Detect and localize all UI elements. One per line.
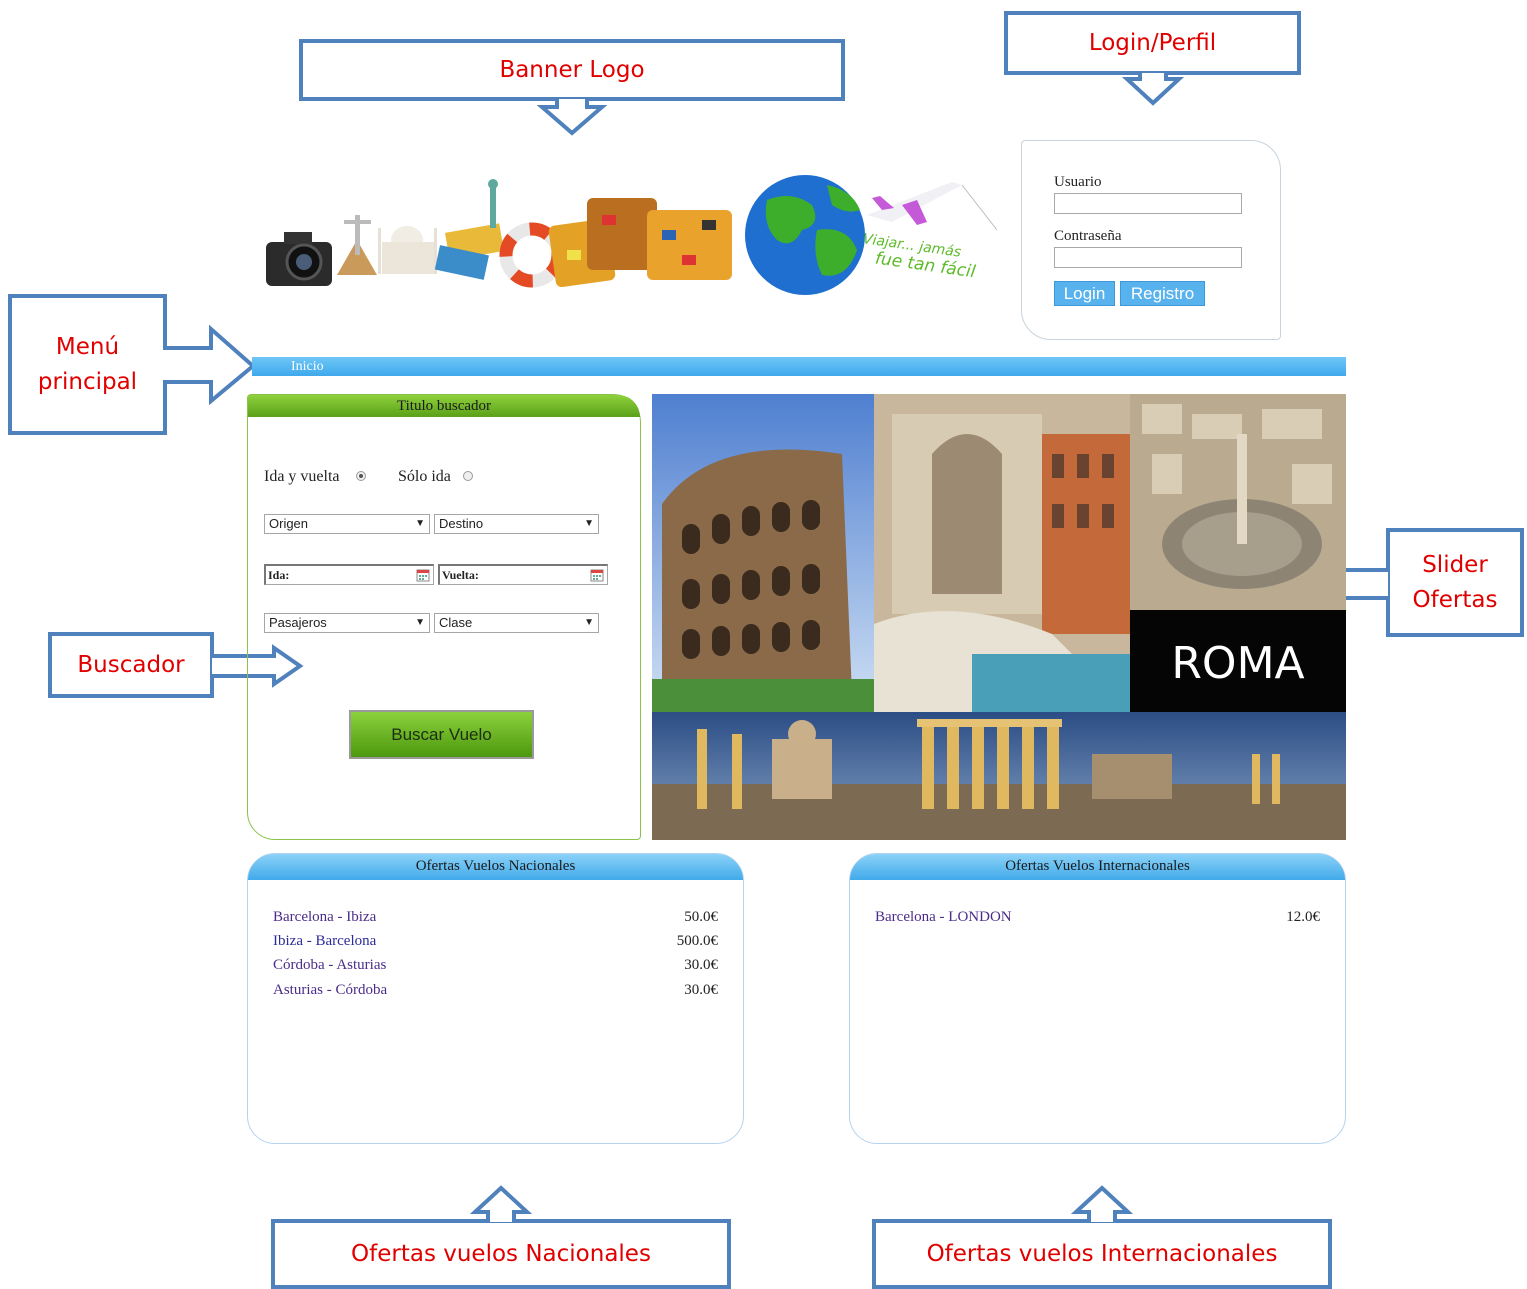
- list-item[interactable]: Barcelona - LONDON 12.0€: [875, 909, 1320, 933]
- plane-icon: [867, 182, 998, 231]
- menu-principal-callout: Menú principal: [8, 294, 167, 435]
- banner-logo-callout: Banner Logo: [299, 39, 845, 101]
- passengers-select[interactable]: Pasajeros ▼: [264, 613, 430, 633]
- round-trip-radio[interactable]: [356, 471, 366, 481]
- slider-caption: ROMA: [1171, 638, 1304, 689]
- tickets-icon: [434, 179, 505, 280]
- national-offers-panel: Ofertas Vuelos Nacionales Barcelona - Ib…: [247, 853, 744, 1144]
- class-select[interactable]: Clase ▼: [434, 613, 599, 633]
- search-title: Titulo buscador: [248, 395, 640, 417]
- destination-select-value: Destino: [439, 516, 484, 531]
- origin-select-value: Origen: [269, 516, 309, 531]
- calendar-icon[interactable]: [590, 568, 604, 582]
- landmarks-icon: [337, 215, 437, 275]
- offer-route[interactable]: Asturias - Córdoba: [273, 982, 387, 998]
- chevron-down-icon: ▼: [415, 518, 425, 529]
- camera-icon: [266, 232, 332, 286]
- offer-price: 50.0€: [684, 909, 718, 925]
- buscador-callout-label: Buscador: [77, 651, 185, 678]
- banner-logo: Viajar... jamás fue tan fácil: [266, 175, 998, 295]
- login-perfil-callout: Login/Perfil: [1004, 11, 1301, 75]
- login-button[interactable]: Login: [1054, 281, 1115, 306]
- offer-route[interactable]: Barcelona - Ibiza: [273, 909, 376, 925]
- register-button[interactable]: Registro: [1120, 281, 1205, 306]
- chevron-down-icon: ▼: [415, 617, 425, 628]
- list-item[interactable]: Ibiza - Barcelona 500.0€: [273, 933, 718, 957]
- offer-route[interactable]: Ibiza - Barcelona: [273, 933, 376, 949]
- national-offers-title: Ofertas Vuelos Nacionales: [248, 854, 743, 880]
- banner-logo-arrow-icon: [536, 99, 608, 136]
- international-offers-title: Ofertas Vuelos Internacionales: [850, 854, 1345, 880]
- menu-item-inicio[interactable]: Inicio: [291, 357, 324, 376]
- chevron-down-icon: ▼: [584, 518, 594, 529]
- slider-image: ROMA: [652, 394, 1346, 840]
- list-item[interactable]: Barcelona - Ibiza 50.0€: [273, 909, 718, 933]
- chevron-down-icon: ▼: [584, 617, 594, 628]
- login-panel: Usuario Contraseña Login Registro: [1021, 140, 1281, 340]
- main-menu: Inicio: [252, 357, 1346, 376]
- one-way-label: Sólo ida: [398, 468, 451, 485]
- return-date-label: Vuelta:: [442, 568, 479, 582]
- login-perfil-arrow-icon: [1121, 73, 1185, 106]
- banner-logo-callout-label: Banner Logo: [499, 56, 645, 83]
- menu-principal-arrow-icon: [163, 324, 257, 406]
- ofertas-internacionales-callout-label: Ofertas vuelos Internacionales: [926, 1241, 1278, 1267]
- username-label: Usuario: [1054, 174, 1102, 190]
- international-offers-panel: Ofertas Vuelos Internacionales Barcelona…: [849, 853, 1346, 1144]
- password-label: Contraseña: [1054, 228, 1122, 244]
- offer-price: 30.0€: [684, 982, 718, 998]
- buscador-callout: Buscador: [48, 632, 214, 698]
- offers-slider[interactable]: ROMA: [652, 394, 1346, 840]
- slider-ofertas-callout: Slider Ofertas: [1386, 528, 1524, 637]
- return-date-input[interactable]: Vuelta:: [438, 564, 608, 585]
- offer-price: 500.0€: [676, 933, 718, 949]
- ofertas-nacionales-callout-label: Ofertas vuelos Nacionales: [351, 1241, 651, 1267]
- flight-search-panel: Titulo buscador Ida y vuelta Sólo ida Or…: [247, 394, 641, 840]
- ofertas-internacionales-arrow-icon: [1070, 1185, 1134, 1222]
- slider-ofertas-callout-label: Slider Ofertas: [1412, 552, 1498, 613]
- departure-date-label: Ida:: [268, 568, 290, 582]
- search-flight-button[interactable]: Buscar Vuelo: [349, 710, 534, 759]
- offer-route[interactable]: Córdoba - Asturias: [273, 957, 386, 973]
- origin-select[interactable]: Origen ▼: [264, 514, 430, 534]
- offer-price: 12.0€: [1286, 909, 1320, 925]
- departure-date-input[interactable]: Ida:: [264, 564, 434, 585]
- round-trip-label: Ida y vuelta: [264, 468, 340, 485]
- ofertas-internacionales-callout: Ofertas vuelos Internacionales: [872, 1219, 1332, 1289]
- destination-select[interactable]: Destino ▼: [434, 514, 599, 534]
- passengers-select-value: Pasajeros: [269, 615, 327, 630]
- offer-price: 30.0€: [684, 957, 718, 973]
- calendar-icon[interactable]: [416, 568, 430, 582]
- offer-route[interactable]: Barcelona - LONDON: [875, 909, 1012, 925]
- menu-principal-callout-label: Menú principal: [37, 334, 138, 395]
- list-item[interactable]: Asturias - Córdoba 30.0€: [273, 982, 718, 1006]
- ofertas-nacionales-arrow-icon: [469, 1185, 533, 1222]
- login-perfil-callout-label: Login/Perfil: [1088, 29, 1217, 56]
- password-input[interactable]: [1054, 247, 1242, 268]
- class-select-value: Clase: [439, 615, 473, 630]
- ofertas-nacionales-callout: Ofertas vuelos Nacionales: [271, 1219, 731, 1289]
- username-input[interactable]: [1054, 193, 1242, 214]
- one-way-radio[interactable]: [463, 471, 473, 481]
- suitcases-icon: [548, 198, 732, 288]
- list-item[interactable]: Córdoba - Asturias 30.0€: [273, 957, 718, 981]
- globe-icon: [745, 175, 865, 295]
